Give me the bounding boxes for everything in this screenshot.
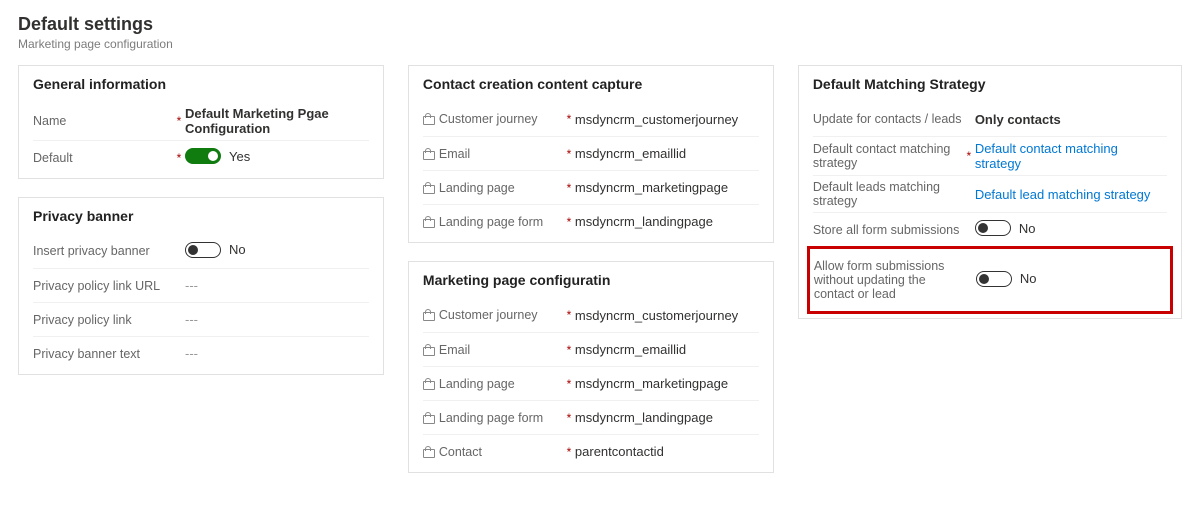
cc-lp-row: Landing page * msdyncrm_marketingpage [423,170,759,204]
mc-lpf-row: Landing page form * msdyncrm_landingpage [423,400,759,434]
marketing-config-heading: Marketing page configuratin [423,272,759,288]
privacy-heading: Privacy banner [33,208,369,224]
lock-icon [423,113,433,125]
privacy-text-value[interactable]: --- [185,346,369,361]
store-submissions-toggle-label: No [1019,221,1036,236]
general-information-card: General information Name * Default Marke… [18,65,384,179]
contact-capture-card: Contact creation content capture Custome… [408,65,774,243]
mc-lp-row: Landing page * msdyncrm_marketingpage [423,366,759,400]
mc-lpf-label: Landing page form [439,411,543,425]
privacy-banner-card: Privacy banner Insert privacy banner No … [18,197,384,375]
store-submissions-toggle[interactable]: No [975,220,1036,236]
name-value[interactable]: Default Marketing Pgae Configuration [185,106,369,136]
privacy-link-row: Privacy policy link --- [33,302,369,336]
cc-journey-value[interactable]: msdyncrm_customerjourney [575,112,759,127]
cc-lpf-value[interactable]: msdyncrm_landingpage [575,214,759,229]
contact-strategy-link[interactable]: Default contact matching strategy [975,141,1167,171]
mc-contact-row: Contact * parentcontactid [423,434,759,468]
mc-email-label: Email [439,343,470,357]
required-icon: * [563,411,575,425]
insert-privacy-row: Insert privacy banner No [33,234,369,268]
privacy-link-label: Privacy policy link [33,313,173,327]
update-value[interactable]: Only contacts [975,112,1167,127]
highlighted-setting: Allow form submissions without updating … [807,246,1173,314]
mc-email-value[interactable]: msdyncrm_emaillid [575,342,759,357]
allow-submissions-toggle-label: No [1020,271,1037,286]
cc-journey-label: Customer journey [439,112,538,126]
mc-journey-label: Customer journey [439,308,538,322]
cc-email-row: Email * msdyncrm_emaillid [423,136,759,170]
name-label: Name [33,114,173,128]
cc-journey-row: Customer journey * msdyncrm_customerjour… [423,102,759,136]
matching-strategy-card: Default Matching Strategy Update for con… [798,65,1182,319]
allow-submissions-row: Allow form submissions without updating … [814,255,1166,305]
mc-lp-label: Landing page [439,377,515,391]
lead-strategy-label: Default leads matching strategy [813,180,963,208]
required-icon: * [173,151,185,165]
mc-lpf-value[interactable]: msdyncrm_landingpage [575,410,759,425]
default-toggle-label: Yes [229,149,250,164]
default-toggle[interactable]: Yes [185,148,250,164]
page-subtitle: Marketing page configuration [18,37,1182,51]
store-submissions-label: Store all form submissions [813,223,963,237]
insert-privacy-toggle[interactable]: No [185,242,246,258]
contact-capture-heading: Contact creation content capture [423,76,759,92]
required-icon: * [563,215,575,229]
mc-lp-value[interactable]: msdyncrm_marketingpage [575,376,759,391]
privacy-link-value[interactable]: --- [185,312,369,327]
cc-email-label: Email [439,147,470,161]
mc-journey-row: Customer journey * msdyncrm_customerjour… [423,298,759,332]
lock-icon [423,182,433,194]
lead-strategy-row: Default leads matching strategy Default … [813,175,1167,212]
lock-icon [423,446,433,458]
required-icon: * [563,181,575,195]
marketing-config-card: Marketing page configuratin Customer jou… [408,261,774,473]
privacy-text-label: Privacy banner text [33,347,173,361]
contact-strategy-label: Default contact matching strategy [813,142,963,170]
insert-privacy-toggle-label: No [229,242,246,257]
mc-contact-label: Contact [439,445,482,459]
allow-submissions-label: Allow form submissions without updating … [814,259,964,301]
general-heading: General information [33,76,369,92]
store-submissions-row: Store all form submissions No [813,212,1167,246]
required-icon: * [173,114,185,128]
default-row: Default * Yes [33,140,369,174]
required-icon: * [563,343,575,357]
lock-icon [423,378,433,390]
cc-email-value[interactable]: msdyncrm_emaillid [575,146,759,161]
cc-lpf-label: Landing page form [439,215,543,229]
required-icon: * [563,112,575,126]
required-icon: * [563,147,575,161]
required-icon: * [563,377,575,391]
insert-privacy-label: Insert privacy banner [33,244,173,258]
matching-heading: Default Matching Strategy [813,76,1167,92]
page-title: Default settings [18,14,1182,35]
cc-lpf-row: Landing page form * msdyncrm_landingpage [423,204,759,238]
lock-icon [423,148,433,160]
cc-lp-value[interactable]: msdyncrm_marketingpage [575,180,759,195]
required-icon: * [563,445,575,459]
name-row: Name * Default Marketing Pgae Configurat… [33,102,369,140]
lock-icon [423,344,433,356]
privacy-url-value[interactable]: --- [185,278,369,293]
privacy-text-row: Privacy banner text --- [33,336,369,370]
required-icon: * [563,308,575,322]
privacy-url-label: Privacy policy link URL [33,279,173,293]
allow-submissions-toggle[interactable]: No [976,271,1037,287]
update-row: Update for contacts / leads Only contact… [813,102,1167,136]
mc-email-row: Email * msdyncrm_emaillid [423,332,759,366]
mc-contact-value[interactable]: parentcontactid [575,444,759,459]
lock-icon [423,412,433,424]
privacy-url-row: Privacy policy link URL --- [33,268,369,302]
lock-icon [423,309,433,321]
lock-icon [423,216,433,228]
contact-strategy-row: Default contact matching strategy * Defa… [813,136,1167,175]
default-label: Default [33,151,173,165]
mc-journey-value[interactable]: msdyncrm_customerjourney [575,308,759,323]
lead-strategy-link[interactable]: Default lead matching strategy [975,187,1167,202]
update-label: Update for contacts / leads [813,112,963,126]
cc-lp-label: Landing page [439,181,515,195]
required-icon: * [963,149,975,163]
